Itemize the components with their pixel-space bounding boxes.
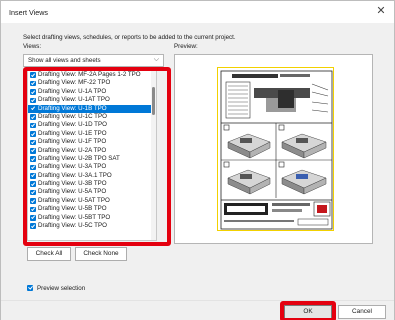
- check-none-button[interactable]: Check None: [75, 247, 127, 261]
- drawing-sheet-preview: [217, 67, 334, 231]
- view-filter-dropdown[interactable]: Show all views and sheets ⌵: [23, 54, 164, 67]
- preview-label: Preview:: [174, 43, 198, 50]
- title-bar: Insert Views ✕: [1, 1, 394, 23]
- sheet-thumbnail-image: [220, 70, 333, 230]
- dialog-title: Insert Views: [9, 8, 49, 17]
- highlight-box-views-list: [23, 67, 171, 246]
- instruction-text: Select drafting views, schedules, or rep…: [23, 34, 236, 41]
- checkbox-checked-icon[interactable]: [27, 285, 33, 291]
- close-icon[interactable]: ✕: [374, 4, 388, 18]
- preview-pane: [174, 54, 373, 244]
- chevron-down-icon: ⌵: [153, 56, 159, 63]
- check-all-button[interactable]: Check All: [27, 247, 71, 261]
- cancel-button[interactable]: Cancel: [338, 305, 386, 319]
- preview-selection-label: Preview selection: [37, 285, 86, 292]
- insert-views-dialog: Insert Views ✕ Select drafting views, sc…: [0, 0, 395, 320]
- views-label: Views:: [23, 43, 42, 50]
- highlight-box-ok-button: [280, 301, 336, 320]
- view-filter-value: Show all views and sheets: [28, 57, 101, 64]
